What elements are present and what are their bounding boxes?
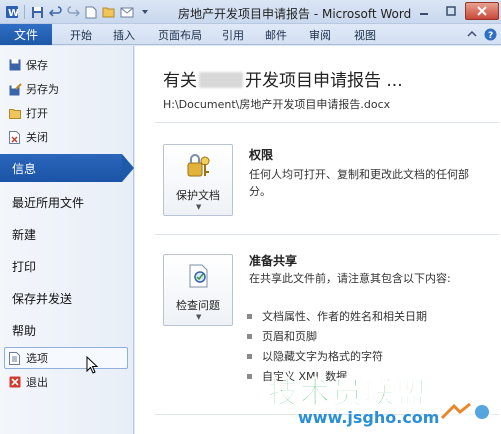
tab-home[interactable]: 开始: [70, 27, 92, 43]
nav-print[interactable]: 打印: [12, 258, 36, 275]
tab-references[interactable]: 引用: [222, 27, 244, 43]
save-icon: [8, 58, 22, 72]
list-item: 页眉和页脚: [247, 328, 317, 344]
permissions-description: 任何人均可打开、复制和更改此文档的任何部分。: [249, 168, 469, 198]
quick-access-toolbar: W: [4, 3, 153, 21]
open-folder-icon: [8, 106, 22, 120]
protect-document-label: 保护文档: [176, 189, 220, 202]
watermark-logo-icon: [438, 402, 494, 422]
nav-open-label: 打开: [26, 107, 48, 120]
options-icon: [8, 351, 22, 365]
maximize-icon[interactable]: [438, 2, 464, 20]
list-item-text: 文档属性、作者的姓名和相关日期: [262, 310, 427, 323]
list-item: 以隐藏文字为格式的字符: [247, 348, 383, 364]
exit-icon: [8, 375, 22, 389]
nav-recent[interactable]: 最近所用文件: [12, 194, 84, 211]
backstage-nav: 保存 另存为 打开 关闭 信息 最近所用文件 新建 打印 保存并发送 帮助 选项: [0, 46, 134, 434]
tab-review[interactable]: 审阅: [309, 27, 331, 43]
email-icon[interactable]: [119, 4, 135, 20]
section-divider: [155, 122, 499, 123]
permissions-heading: 权限: [249, 148, 274, 162]
word-app-icon[interactable]: W: [4, 4, 20, 20]
nav-save[interactable]: 保存: [8, 56, 48, 74]
mouse-cursor-icon: [86, 356, 99, 374]
close-doc-icon: [8, 130, 22, 144]
nav-open[interactable]: 打开: [8, 104, 48, 122]
list-item-text: 页眉和页脚: [262, 330, 317, 343]
help-icon[interactable]: ?: [483, 27, 497, 41]
nav-save-send[interactable]: 保存并发送: [12, 290, 72, 307]
document-path: H:\Document\房地产开发项目申请报告.docx: [163, 98, 391, 111]
bullet-icon: [247, 313, 252, 319]
tab-page-layout[interactable]: 页面布局: [158, 27, 202, 43]
minimize-icon[interactable]: [411, 2, 437, 20]
nav-close[interactable]: 关闭: [8, 128, 48, 146]
list-item-text: 以隐藏文字为格式的字符: [262, 350, 383, 363]
list-item: 文档属性、作者的姓名和相关日期: [247, 308, 427, 324]
tab-view[interactable]: 视图: [354, 27, 376, 43]
nav-new[interactable]: 新建: [12, 226, 36, 243]
open-folder-icon[interactable]: [101, 4, 117, 20]
new-doc-icon[interactable]: [83, 4, 99, 20]
check-issues-label: 检查问题: [176, 299, 220, 312]
chevron-down-icon: ▼: [196, 313, 202, 321]
nav-help[interactable]: 帮助: [12, 322, 36, 339]
minimize-ribbon-icon[interactable]: [465, 27, 479, 41]
nav-options-label: 选项: [26, 352, 48, 365]
nav-exit[interactable]: 退出: [8, 373, 48, 391]
tab-mailings[interactable]: 邮件: [265, 27, 287, 43]
nav-save-as[interactable]: 另存为: [8, 80, 59, 98]
prepare-heading: 准备共享: [249, 254, 298, 268]
nav-exit-label: 退出: [26, 376, 48, 389]
tab-insert[interactable]: 插入: [113, 27, 135, 43]
ribbon-right-icons: ?: [465, 27, 497, 41]
redacted-block: [199, 72, 243, 88]
redo-icon[interactable]: [65, 4, 81, 20]
svg-text:W: W: [8, 8, 19, 19]
bullet-icon: [247, 373, 252, 379]
document-title-prefix: 有关: [163, 71, 197, 91]
toolbar-separator: [24, 5, 25, 19]
prepare-description: 在共享此文件前，请注意其包含以下内容:: [249, 272, 451, 285]
undo-icon[interactable]: [47, 4, 63, 20]
title-bar: W 房地产开发项目申请报告 - Microsoft Word: [0, 0, 501, 24]
svg-text:?: ?: [488, 31, 493, 41]
save-icon[interactable]: [29, 4, 45, 20]
bullet-icon: [247, 353, 252, 359]
nav-info[interactable]: 信息: [0, 154, 122, 182]
ribbon-tab-row: 文件 开始 插入 页面布局 引用 邮件 审阅 视图 ?: [0, 24, 501, 45]
nav-close-label: 关闭: [26, 131, 48, 144]
section-divider: [155, 234, 499, 235]
customize-icon[interactable]: [137, 4, 153, 20]
tab-file[interactable]: 文件: [0, 24, 52, 45]
bullet-icon: [247, 333, 252, 339]
check-issues-button[interactable]: 检查问题 ▼: [163, 254, 233, 326]
window-title: 房地产开发项目申请报告 - Microsoft Word: [178, 7, 412, 21]
key-lock-icon: [186, 153, 212, 179]
document-title-suffix: 开发项目申请报告 ...: [245, 71, 403, 91]
nav-save-as-label: 另存为: [26, 83, 59, 96]
chevron-down-icon: ▼: [196, 203, 202, 211]
watermark-url: www.jsgho.com: [298, 408, 440, 427]
save-as-icon: [8, 82, 22, 96]
nav-options[interactable]: 选项: [8, 349, 48, 367]
watermark-text: 技术员联盟: [268, 376, 428, 412]
window-controls: [411, 2, 499, 20]
nav-selected-pointer: [122, 154, 134, 182]
nav-save-label: 保存: [26, 59, 48, 72]
inspect-document-icon: [186, 263, 212, 289]
protect-document-button[interactable]: 保护文档 ▼: [163, 144, 233, 216]
close-icon[interactable]: [465, 2, 499, 20]
document-title: 有关 开发项目申请报告 ...: [163, 66, 403, 91]
